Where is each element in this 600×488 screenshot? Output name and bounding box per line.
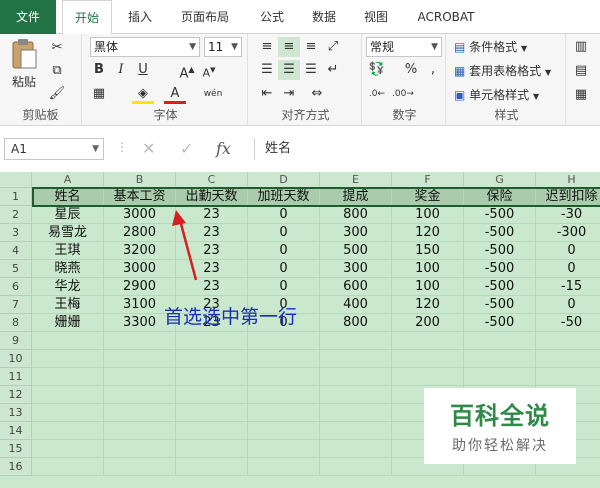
number-format-value: 常规	[370, 40, 395, 54]
increase-indent-icon[interactable]: ⇥	[278, 84, 300, 104]
clipboard-group: 粘贴 ✂ ⧉ 🖌 剪贴板	[0, 34, 82, 126]
format-cells-icon[interactable]: ▦	[570, 85, 592, 105]
tab-data[interactable]: 数据	[302, 0, 346, 34]
decrease-font-icon[interactable]: A▼	[198, 60, 220, 80]
arrow-head	[172, 210, 186, 226]
conditional-format-icon: ▤	[454, 40, 466, 54]
chevron-down-icon: ▼	[545, 68, 552, 77]
ribbon: 粘贴 ✂ ⧉ 🖌 剪贴板 黑体 ▼ 11 ▼ B I U A▲ A▼ ▦ ◈ A…	[0, 34, 600, 126]
cell-styles-button[interactable]: ▣ 单元格样式 ▼	[454, 86, 539, 103]
font-color-icon[interactable]: A	[164, 84, 186, 104]
ribbon-tab-bar: 文件 开始 插入 页面布局 公式 数据 视图 ACROBAT	[0, 0, 600, 35]
text-orientation-icon[interactable]: ⤢	[322, 37, 344, 57]
paste-label: 粘贴	[11, 75, 36, 89]
merge-center-icon[interactable]: ⇔	[306, 84, 328, 104]
borders-icon[interactable]: ▦	[88, 84, 110, 104]
alignment-group: ≡ ≡ ≡ ⤢ ☰ ☰ ☰ ↵ ⇤ ⇥ ⇔ 对齐方式	[250, 34, 362, 126]
format-as-table-label: 套用表格格式	[469, 64, 542, 78]
formula-bar-grip: ⋮	[116, 140, 128, 154]
insert-cells-icon[interactable]: ▥	[570, 37, 592, 57]
tab-page-layout[interactable]: 页面布局	[170, 0, 240, 34]
cell-styles-icon: ▣	[454, 88, 466, 102]
align-left-icon[interactable]: ☰	[256, 60, 278, 80]
fill-color-icon[interactable]: ◈	[132, 84, 154, 104]
tab-insert[interactable]: 插入	[118, 0, 162, 34]
table-format-icon: ▦	[454, 64, 466, 78]
tab-home[interactable]: 开始	[62, 0, 112, 35]
italic-icon[interactable]: I	[110, 60, 132, 80]
decrease-indent-icon[interactable]: ⇤	[256, 84, 278, 104]
font-group-label: 字体	[153, 108, 178, 122]
enter-icon[interactable]: ✓	[180, 138, 193, 160]
cell-styles-label: 单元格样式	[469, 88, 530, 102]
percent-icon[interactable]: %	[400, 60, 422, 80]
number-format-select[interactable]: 常规 ▼	[366, 37, 442, 57]
align-middle-icon[interactable]: ≡	[278, 37, 300, 57]
decrease-decimal-icon[interactable]: .00→	[392, 84, 414, 104]
phonetic-icon[interactable]: wén	[202, 84, 224, 104]
font-group: 黑体 ▼ 11 ▼ B I U A▲ A▼ ▦ ◈ A wén 字体	[84, 34, 248, 126]
align-top-icon[interactable]: ≡	[256, 37, 278, 57]
align-center-icon[interactable]: ☰	[278, 60, 300, 80]
clipboard-group-label: 剪贴板	[22, 108, 59, 122]
format-as-table-button[interactable]: ▦ 套用表格格式 ▼	[454, 62, 551, 79]
name-box[interactable]: A1 ▼	[4, 138, 104, 160]
cancel-icon[interactable]: ✕	[142, 138, 155, 160]
increase-decimal-icon[interactable]: .0←	[366, 84, 388, 104]
chevron-down-icon: ▼	[92, 144, 99, 154]
conditional-format-button[interactable]: ▤ 条件格式 ▼	[454, 38, 527, 55]
paste-icon	[12, 39, 37, 69]
conditional-format-label: 条件格式	[469, 40, 518, 54]
delete-cells-icon[interactable]: ▤	[570, 61, 592, 81]
alignment-group-label: 对齐方式	[281, 108, 330, 122]
align-right-icon[interactable]: ☰	[300, 60, 322, 80]
accounting-format-icon[interactable]: 💱	[366, 60, 388, 80]
copy-icon[interactable]: ⧉	[46, 61, 68, 81]
tab-formulas[interactable]: 公式	[250, 0, 294, 34]
font-name-value: 黑体	[94, 40, 119, 54]
chevron-down-icon: ▼	[533, 92, 540, 101]
tab-acrobat[interactable]: ACROBAT	[408, 0, 484, 34]
arrow-shaft	[178, 219, 198, 281]
styles-group: ▤ 条件格式 ▼ ▦ 套用表格格式 ▼ ▣ 单元格样式 ▼ 样式	[448, 34, 566, 126]
tab-file[interactable]: 文件	[0, 0, 56, 34]
wrap-text-icon[interactable]: ↵	[322, 60, 344, 80]
number-group-label: 数字	[392, 108, 417, 122]
chevron-down-icon: ▼	[521, 44, 528, 53]
tab-view[interactable]: 视图	[354, 0, 398, 34]
worksheet-grid[interactable]: A B C D E F G H 1 2 3 4 5 6 7 8 9 10 11 12 13 14 15 16 姓名 基本工资 出勤天…	[0, 172, 600, 488]
insert-function-icon[interactable]: fx	[216, 138, 231, 160]
chevron-down-icon: ▼	[231, 42, 238, 52]
watermark-title: 百科全说	[450, 402, 550, 430]
formula-bar: A1 ▼ ⋮ ✕ ✓ fx 姓名	[0, 126, 600, 172]
formula-input[interactable]: 姓名	[254, 138, 600, 160]
font-size-value: 11	[208, 40, 224, 54]
name-box-value: A1	[11, 142, 27, 156]
annotation-text: 首选选中第一行	[164, 306, 298, 328]
paste-button[interactable]: 粘贴	[6, 38, 42, 96]
format-painter-icon[interactable]: 🖌	[46, 84, 68, 104]
watermark-subtitle: 助你轻松解决	[452, 438, 548, 454]
styles-group-label: 样式	[494, 108, 519, 122]
cells-group: ▥ ▤ ▦	[568, 34, 600, 126]
watermark-logo: 百科全说助你轻松解决	[424, 388, 576, 464]
align-bottom-icon[interactable]: ≡	[300, 37, 322, 57]
chevron-down-icon: ▼	[189, 42, 196, 52]
increase-font-icon[interactable]: A▲	[176, 60, 198, 81]
formula-buttons: ✕ ✓ fx	[130, 138, 240, 160]
bold-icon[interactable]: B	[88, 60, 110, 80]
font-name-select[interactable]: 黑体 ▼	[90, 37, 200, 57]
comma-style-icon[interactable]: ,	[422, 60, 444, 80]
font-size-select[interactable]: 11 ▼	[204, 37, 242, 57]
chevron-down-icon: ▼	[431, 42, 438, 52]
underline-icon[interactable]: U	[132, 60, 154, 80]
number-group: 常规 ▼ 💱 % , .0← .00→ 数字	[364, 34, 446, 126]
cut-icon[interactable]: ✂	[46, 38, 68, 58]
